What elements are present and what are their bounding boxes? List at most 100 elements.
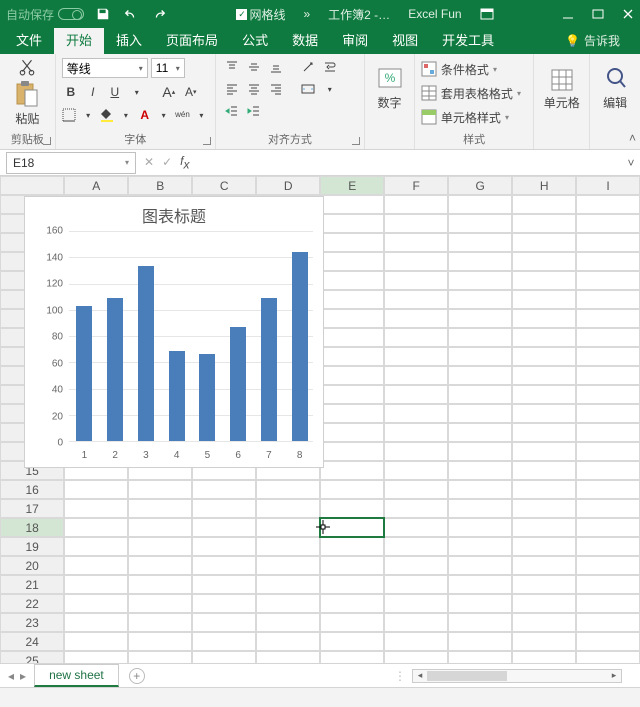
- cell[interactable]: [64, 499, 128, 518]
- column-header[interactable]: C: [192, 176, 256, 195]
- column-header[interactable]: I: [576, 176, 640, 195]
- cell[interactable]: [384, 537, 448, 556]
- cell[interactable]: [512, 575, 576, 594]
- cell[interactable]: [384, 423, 448, 442]
- cell[interactable]: [320, 214, 384, 233]
- cell[interactable]: [320, 518, 384, 537]
- cell[interactable]: [576, 252, 640, 271]
- cell[interactable]: [512, 499, 576, 518]
- cell[interactable]: [384, 480, 448, 499]
- cell[interactable]: [448, 461, 512, 480]
- column-header[interactable]: B: [128, 176, 192, 195]
- autosave-toggle[interactable]: 自动保存: [6, 6, 84, 23]
- cell[interactable]: [576, 537, 640, 556]
- cell[interactable]: [448, 594, 512, 613]
- cell[interactable]: [448, 195, 512, 214]
- cell[interactable]: [512, 252, 576, 271]
- font-name-combo[interactable]: 等线▾: [62, 58, 148, 78]
- cell[interactable]: [576, 347, 640, 366]
- cell[interactable]: [448, 290, 512, 309]
- cell[interactable]: [512, 613, 576, 632]
- cell[interactable]: [256, 651, 320, 663]
- cell[interactable]: [576, 632, 640, 651]
- cell[interactable]: [192, 537, 256, 556]
- cell[interactable]: [576, 480, 640, 499]
- cell[interactable]: [64, 480, 128, 499]
- cell[interactable]: [576, 442, 640, 461]
- tab-review[interactable]: 审阅: [330, 25, 380, 54]
- conditional-format-button[interactable]: 条件格式▾: [421, 58, 527, 80]
- cell[interactable]: [512, 404, 576, 423]
- align-left-icon[interactable]: [222, 80, 242, 98]
- cell[interactable]: [320, 575, 384, 594]
- scrollbar-thumb[interactable]: [427, 671, 507, 681]
- tab-developer[interactable]: 开发工具: [430, 25, 506, 54]
- cell[interactable]: [128, 518, 192, 537]
- cell[interactable]: [64, 632, 128, 651]
- tab-home[interactable]: 开始: [54, 25, 104, 54]
- close-icon[interactable]: [622, 8, 634, 20]
- cell[interactable]: [192, 499, 256, 518]
- cell[interactable]: [576, 613, 640, 632]
- cell[interactable]: [576, 366, 640, 385]
- cell[interactable]: [512, 518, 576, 537]
- cell[interactable]: [128, 499, 192, 518]
- cell[interactable]: [320, 632, 384, 651]
- dialog-launcher-icon[interactable]: [352, 137, 360, 145]
- cell[interactable]: [320, 404, 384, 423]
- formula-input[interactable]: [195, 152, 616, 174]
- cell[interactable]: [512, 271, 576, 290]
- cell[interactable]: [320, 423, 384, 442]
- cell[interactable]: [512, 632, 576, 651]
- cell[interactable]: [320, 366, 384, 385]
- gridlines-checkbox[interactable]: ✓网格线: [236, 6, 285, 23]
- format-as-table-button[interactable]: 套用表格格式▾: [421, 82, 527, 104]
- cell[interactable]: [384, 309, 448, 328]
- select-all-corner[interactable]: [0, 176, 64, 195]
- cell[interactable]: [448, 518, 512, 537]
- bold-button[interactable]: B: [62, 83, 80, 101]
- cell[interactable]: [64, 594, 128, 613]
- cell[interactable]: [512, 423, 576, 442]
- sheet-nav-next-icon[interactable]: ▸: [20, 669, 26, 683]
- cell[interactable]: [384, 328, 448, 347]
- expand-formula-bar-icon[interactable]: ˅: [622, 156, 640, 170]
- cell[interactable]: [512, 594, 576, 613]
- cell[interactable]: [256, 499, 320, 518]
- cell[interactable]: [128, 556, 192, 575]
- add-sheet-icon[interactable]: +: [129, 668, 145, 684]
- phonetic-guide-icon[interactable]: wén: [175, 106, 190, 124]
- cell[interactable]: [576, 195, 640, 214]
- cell[interactable]: [192, 518, 256, 537]
- tab-view[interactable]: 视图: [380, 25, 430, 54]
- cell[interactable]: [576, 423, 640, 442]
- wrap-text-icon[interactable]: [320, 58, 340, 76]
- cell[interactable]: [448, 480, 512, 499]
- underline-button[interactable]: U: [106, 83, 124, 101]
- cell[interactable]: [320, 195, 384, 214]
- cell[interactable]: [192, 651, 256, 663]
- cell[interactable]: [256, 480, 320, 499]
- increase-font-icon[interactable]: A▴: [160, 83, 178, 101]
- cell[interactable]: [576, 309, 640, 328]
- cell[interactable]: [320, 613, 384, 632]
- cell[interactable]: [576, 233, 640, 252]
- redo-icon[interactable]: [150, 5, 168, 23]
- cell[interactable]: [320, 480, 384, 499]
- orientation-icon[interactable]: [298, 58, 318, 76]
- cell[interactable]: [512, 347, 576, 366]
- save-icon[interactable]: [94, 5, 112, 23]
- tab-data[interactable]: 数据: [280, 25, 330, 54]
- cell[interactable]: [384, 252, 448, 271]
- italic-button[interactable]: I: [84, 83, 102, 101]
- tab-layout[interactable]: 页面布局: [154, 25, 230, 54]
- cell[interactable]: [128, 480, 192, 499]
- cell[interactable]: [320, 461, 384, 480]
- horizontal-scrollbar[interactable]: ◂ ▸: [412, 669, 622, 683]
- cell[interactable]: [384, 214, 448, 233]
- cell[interactable]: [256, 594, 320, 613]
- cell[interactable]: [576, 556, 640, 575]
- minimize-icon[interactable]: [562, 8, 574, 20]
- cell[interactable]: [576, 575, 640, 594]
- cell[interactable]: [384, 442, 448, 461]
